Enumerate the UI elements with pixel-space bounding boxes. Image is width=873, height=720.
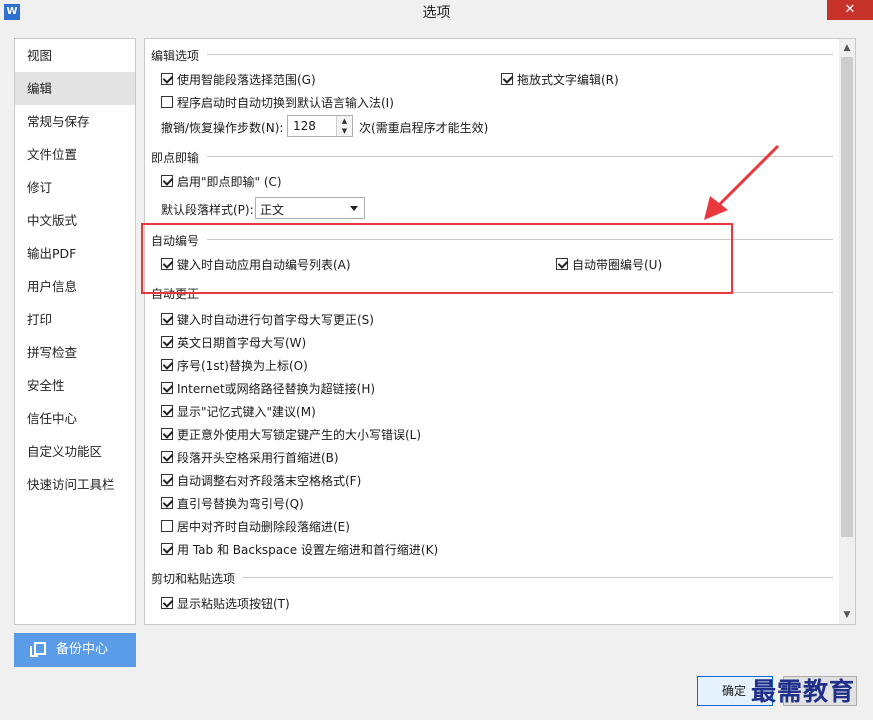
sidebar-item-revision[interactable]: 修订 <box>15 171 135 204</box>
auto-correct-label[interactable]: 键入时自动进行句首字母大写更正(S) <box>177 311 374 328</box>
sidebar-item-quick-access[interactable]: 快速访问工具栏 <box>15 468 135 501</box>
section-divider <box>243 577 833 578</box>
sidebar-item-file-location[interactable]: 文件位置 <box>15 138 135 171</box>
show-paste-button-label[interactable]: 显示粘贴选项按钮(T) <box>177 595 290 612</box>
title-bar: W 选项 ✕ <box>0 0 873 26</box>
drag-text-label[interactable]: 拖放式文字编辑(R) <box>517 71 619 88</box>
section-title: 编辑选项 <box>151 49 200 63</box>
backup-center-button[interactable]: 备份中心 <box>14 633 136 667</box>
auto-correct-checkbox[interactable] <box>161 336 173 348</box>
section-editing-options: 编辑选项 <box>151 47 833 64</box>
auto-correct-checkbox[interactable] <box>161 428 173 440</box>
stepper-down-icon[interactable]: ▼ <box>337 126 352 136</box>
auto-correct-label[interactable]: 英文日期首字母大写(W) <box>177 334 306 351</box>
undo-steps-label: 撤销/恢复操作步数(N): <box>161 121 284 135</box>
auto-correct-label[interactable]: 序号(1st)替换为上标(O) <box>177 357 308 374</box>
auto-correct-checkbox[interactable] <box>161 451 173 463</box>
section-title: 即点即输 <box>151 151 200 165</box>
chevron-down-icon <box>350 206 358 211</box>
highlight-box <box>141 223 733 294</box>
annotation-arrow-icon <box>704 144 780 220</box>
sidebar-item-trust-center[interactable]: 信任中心 <box>15 402 135 435</box>
drag-text-checkbox[interactable] <box>501 73 513 85</box>
auto-correct-checkbox[interactable] <box>161 474 173 486</box>
copy-icon <box>30 642 46 657</box>
scroll-down-icon[interactable]: ▼ <box>839 606 855 624</box>
section-divider <box>207 54 833 55</box>
close-button[interactable]: ✕ <box>827 0 873 20</box>
click-type-checkbox[interactable] <box>161 175 173 187</box>
auto-correct-label[interactable]: 更正意外使用大写锁定键产生的大小写错误(L) <box>177 426 421 443</box>
undo-steps-value[interactable]: 128 <box>293 119 316 133</box>
auto-correct-checkbox[interactable] <box>161 382 173 394</box>
auto-ime-checkbox[interactable] <box>161 96 173 108</box>
window-title: 选项 <box>422 5 451 21</box>
auto-correct-label[interactable]: 居中对齐时自动删除段落缩进(E) <box>177 518 350 535</box>
auto-correct-checkbox[interactable] <box>161 359 173 371</box>
watermark-logo: 最需教育 <box>751 677 856 706</box>
auto-correct-label[interactable]: 用 Tab 和 Backspace 设置左缩进和首行缩进(K) <box>177 541 438 558</box>
sidebar-item-general-save[interactable]: 常规与保存 <box>15 105 135 138</box>
scrollbar-thumb[interactable] <box>841 57 853 537</box>
sidebar-item-print[interactable]: 打印 <box>15 303 135 336</box>
default-style-value: 正文 <box>260 203 285 217</box>
smart-paragraph-label[interactable]: 使用智能段落选择范围(G) <box>177 71 316 88</box>
auto-correct-label[interactable]: 显示"记忆式键入"建议(M) <box>177 403 316 420</box>
sidebar-item-edit[interactable]: 编辑 <box>15 72 135 105</box>
click-type-label[interactable]: 启用"即点即输" (C) <box>177 173 282 190</box>
auto-correct-label[interactable]: Internet或网络路径替换为超链接(H) <box>177 380 375 397</box>
vertical-scrollbar[interactable]: ▲ ▼ <box>839 39 855 624</box>
sidebar-item-security[interactable]: 安全性 <box>15 369 135 402</box>
auto-correct-label[interactable]: 直引号替换为弯引号(Q) <box>177 495 304 512</box>
sidebar-item-customize-ribbon[interactable]: 自定义功能区 <box>15 435 135 468</box>
options-sidebar: 视图 编辑 常规与保存 文件位置 修订 中文版式 输出PDF 用户信息 打印 拼… <box>14 38 136 625</box>
smart-paragraph-checkbox[interactable] <box>161 73 173 85</box>
sidebar-item-chinese-layout[interactable]: 中文版式 <box>15 204 135 237</box>
sidebar-item-user-info[interactable]: 用户信息 <box>15 270 135 303</box>
section-title: 剪切和粘贴选项 <box>151 572 236 586</box>
auto-correct-checkbox[interactable] <box>161 313 173 325</box>
sidebar-item-export-pdf[interactable]: 输出PDF <box>15 237 135 270</box>
backup-center-label: 备份中心 <box>56 642 109 657</box>
auto-correct-checkbox[interactable] <box>161 405 173 417</box>
undo-steps-note: 次(需重启程序才能生效) <box>359 121 489 135</box>
auto-correct-label[interactable]: 段落开头空格采用行首缩进(B) <box>177 449 339 466</box>
auto-correct-checkbox[interactable] <box>161 497 173 509</box>
default-style-select[interactable]: 正文 <box>255 197 365 219</box>
undo-steps-stepper[interactable]: 128 ▲ ▼ <box>287 115 353 137</box>
stepper-up-icon[interactable]: ▲ <box>337 116 352 126</box>
auto-ime-label[interactable]: 程序启动时自动切换到默认语言输入法(I) <box>177 94 394 111</box>
show-paste-button-checkbox[interactable] <box>161 597 173 609</box>
auto-correct-label[interactable]: 自动调整右对齐段落末空格格式(F) <box>177 472 361 489</box>
sidebar-item-view[interactable]: 视图 <box>15 39 135 72</box>
auto-correct-checkbox[interactable] <box>161 520 173 532</box>
sidebar-item-spell-check[interactable]: 拼写检查 <box>15 336 135 369</box>
options-content-panel: 编辑选项 使用智能段落选择范围(G) 拖放式文字编辑(R) 程序启动时自动切换到… <box>144 38 856 625</box>
default-style-label: 默认段落样式(P): <box>161 203 254 217</box>
stepper-arrows[interactable]: ▲ ▼ <box>336 116 352 136</box>
section-cut-paste: 剪切和粘贴选项 <box>151 570 833 587</box>
scroll-up-icon[interactable]: ▲ <box>839 39 855 57</box>
auto-correct-checkbox[interactable] <box>161 543 173 555</box>
